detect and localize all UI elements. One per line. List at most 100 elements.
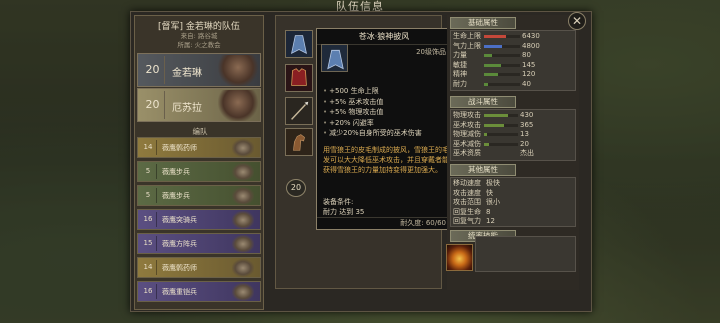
hero-card-1[interactable]: 20 金若琳 [137, 53, 261, 87]
stat-bar-fill [484, 73, 499, 76]
requirement-label: 装备条件: [323, 198, 354, 206]
hero-name: 金若琳 [172, 68, 202, 79]
stat-value: 8 [486, 207, 491, 216]
unit-name: 薇鹰鹘药师 [162, 144, 197, 152]
unit-name: 薇鹰步兵 [162, 192, 190, 200]
stat-row: 敏捷 [453, 61, 467, 70]
stat-value: 12 [486, 217, 495, 225]
party-origin: 来自: 路谷城 [180, 32, 218, 40]
stat-bar-fill [484, 82, 489, 86]
horse-icon [286, 129, 312, 155]
unit-row[interactable]: 14 薇鹰鹘药师 [137, 257, 261, 278]
stat-label: 巫术资质 [453, 149, 481, 157]
unit-name: 薇鹰重铠兵 [162, 288, 197, 296]
stat-bar-fill [484, 54, 492, 57]
stat-bar [484, 133, 518, 136]
stat-row: 巫术减伤 [453, 140, 481, 149]
party-faction: 所属: 火之教会 [177, 41, 221, 49]
requirement-value: 耐力 达到 35 [323, 208, 365, 216]
item-description: 用雪狼王的皮毛制成的披风，雪狼王的毛发可以大大降低巫术攻击，并且穿戴者能获得雪狼… [323, 146, 449, 174]
item-stats: • +500 生命上限 • +5% 巫术攻击值 • +5% 物理攻击值 • +20% 闪… [323, 86, 449, 139]
stat-value: 20 [520, 139, 529, 148]
stat-bar [484, 142, 518, 146]
stat-row: 巫术资质 [453, 149, 481, 158]
stat-bar [484, 73, 520, 76]
unit-row[interactable]: 16 薇鹰重铠兵 [137, 281, 261, 302]
stat-label: 气力上限 [453, 41, 481, 50]
fire-bird-icon[interactable] [446, 244, 473, 271]
item-stat: • +500 生命上限 [323, 87, 379, 95]
unit-level: 5 [140, 164, 157, 179]
stat-row: 力量 [453, 51, 467, 60]
stat-bar-fill [484, 133, 488, 136]
stat-label: 耐力 [453, 79, 467, 88]
stat-value: 365 [520, 120, 534, 129]
stat-label: 力量 [453, 51, 467, 59]
unit-level: 16 [140, 212, 157, 227]
stat-bar [484, 123, 518, 127]
stat-label: 物理攻击 [453, 111, 481, 119]
armor-slot[interactable] [285, 64, 313, 92]
squad-label: 编队 [192, 127, 208, 136]
stat-value: 杰出 [520, 149, 534, 157]
spear-icon [286, 98, 312, 124]
party-header: [督军] 金若琳的队伍 来自: 路谷城 所属: 火之教会 [135, 16, 263, 50]
unit-name: 薇鹰步兵 [162, 168, 190, 176]
stat-row: 精神 [453, 70, 467, 79]
unit-row[interactable]: 14 薇鹰鹘药师 [137, 137, 261, 158]
stat-label: 物理减伤 [453, 130, 481, 138]
hero-level: 20 [141, 56, 165, 84]
item-stat: • 减少20%自身所受的巫术伤害 [323, 129, 422, 137]
item-stat: • +20% 闪避率 [323, 118, 374, 127]
hero-level: 20 [141, 91, 165, 119]
party-panel: [督军] 金若琳的队伍 来自: 路谷城 所属: 火之教会 20 金若琳 20 厄… [134, 15, 264, 310]
stat-label: 攻击范围 [453, 198, 481, 206]
unit-level: 14 [140, 260, 157, 275]
stat-value: 4800 [522, 41, 540, 50]
unit-row[interactable]: 15 薇鹰方阵兵 [137, 233, 261, 254]
stat-bar [484, 82, 520, 86]
stat-bar-fill [484, 35, 507, 38]
unit-figure [232, 163, 254, 181]
stat-row: 攻击速度 [453, 189, 481, 198]
unit-name: 薇鹰突骑兵 [162, 216, 197, 224]
unit-figure [232, 259, 254, 277]
stat-label: 回复气力 [453, 217, 481, 225]
stat-bar [484, 63, 520, 67]
hero-card-2[interactable]: 20 厄苏拉 [137, 88, 261, 122]
stat-row: 回复生命 [453, 208, 481, 217]
stat-bar [484, 54, 520, 57]
unit-row[interactable]: 16 薇鹰突骑兵 [137, 209, 261, 230]
unit-row[interactable]: 5 薇鹰步兵 [137, 185, 261, 206]
stat-value: 40 [522, 79, 531, 88]
unit-level: 5 [140, 188, 157, 203]
unit-level: 14 [140, 140, 157, 155]
stat-bar-fill [484, 114, 508, 117]
mount-slot[interactable] [285, 128, 313, 156]
item-stat: • +5% 巫术攻击值 [323, 97, 384, 106]
unit-name: 薇鹰鹘药师 [162, 264, 197, 272]
hero-level-badge: 20 [286, 179, 306, 197]
weapon-slot[interactable] [285, 97, 313, 125]
basic-stats-header: 基础属性 [450, 17, 516, 29]
stat-value: 6430 [522, 32, 540, 40]
stat-value: 430 [520, 111, 534, 119]
stat-row: 移动速度 [453, 179, 481, 188]
stat-label: 巫术减伤 [453, 139, 481, 148]
stat-label: 精神 [453, 70, 467, 78]
cloak-slot[interactable] [285, 30, 313, 58]
stat-value: 80 [522, 51, 531, 59]
stat-bar [484, 114, 518, 117]
item-title: 苍冰·狼神披风 [317, 31, 451, 45]
unit-figure [232, 139, 254, 157]
unit-level: 16 [140, 284, 157, 299]
close-button[interactable]: ✕ [568, 12, 586, 30]
stat-label: 巫术攻击 [453, 120, 481, 129]
stat-label: 攻击速度 [453, 188, 481, 197]
stat-bar-fill [484, 63, 502, 67]
stat-label: 回复生命 [453, 207, 481, 216]
other-stats-header: 其他属性 [450, 164, 516, 176]
unit-row[interactable]: 5 薇鹰步兵 [137, 161, 261, 182]
stat-label: 生命上限 [453, 32, 481, 40]
item-stat: • +5% 物理攻击值 [323, 108, 384, 116]
